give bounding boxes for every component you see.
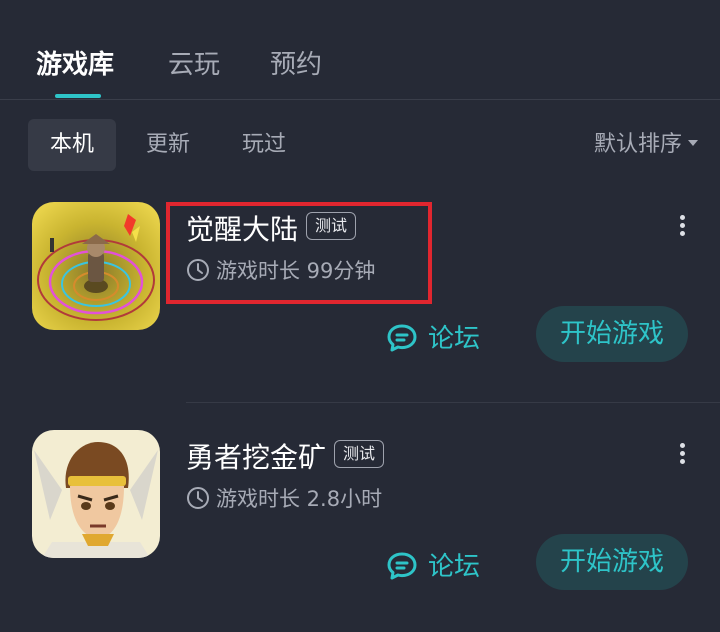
forum-button[interactable]: 论坛 [386, 542, 480, 592]
game-title-row: 勇者挖金矿 测试 [186, 436, 385, 476]
caret-down-icon [688, 140, 698, 146]
sort-label: 默认排序 [593, 132, 682, 157]
active-tab-indicator [55, 94, 101, 98]
chat-bubble-icon [387, 324, 417, 351]
forum-label: 论坛 [428, 552, 481, 582]
clock-icon [187, 487, 209, 509]
tab-cloud-play[interactable]: 云玩 [168, 44, 220, 81]
tab-game-library[interactable]: 游戏库 [36, 44, 114, 81]
playtime-text: 游戏时长 2.8小时 [216, 487, 383, 511]
filter-played[interactable]: 玩过 [224, 119, 304, 171]
game-title[interactable]: 勇者挖金矿 [186, 441, 326, 474]
filter-local[interactable]: 本机 [28, 119, 116, 171]
list-divider [186, 402, 720, 403]
test-badge: 测试 [334, 440, 385, 468]
filter-bar: 本机 更新 玩过 默认排序 [0, 119, 720, 171]
awakening-land-game-icon[interactable] [32, 202, 160, 330]
hero-gold-mine-game-icon[interactable] [32, 430, 160, 558]
more-options-icon[interactable] [672, 212, 692, 242]
top-tab-bar: 游戏库 云玩 预约 [0, 0, 720, 100]
forum-label: 论坛 [428, 324, 481, 354]
start-game-button[interactable]: 开始游戏 [536, 534, 688, 590]
chat-bubble-icon [387, 552, 417, 579]
tab-reservations[interactable]: 预约 [270, 44, 322, 81]
playtime-info: 游戏时长 2.8小时 [186, 484, 382, 514]
more-options-icon[interactable] [672, 440, 692, 470]
game-list-item[interactable]: 勇者挖金矿 测试 游戏时长 2.8小时 论坛 开始游戏 [0, 430, 720, 630]
highlight-box [166, 202, 432, 304]
sort-dropdown[interactable]: 默认排序 [594, 119, 698, 171]
start-game-button[interactable]: 开始游戏 [536, 306, 688, 362]
forum-button[interactable]: 论坛 [386, 314, 480, 364]
filter-updates[interactable]: 更新 [128, 119, 208, 171]
